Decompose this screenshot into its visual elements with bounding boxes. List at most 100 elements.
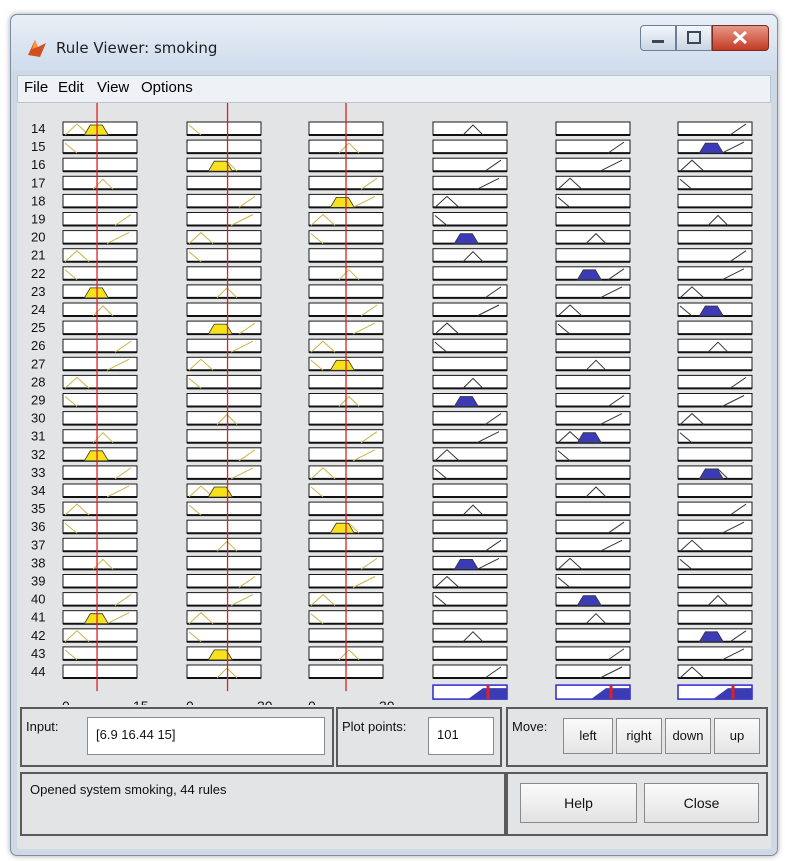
input-field[interactable]: [6.9 16.44 15] bbox=[87, 717, 325, 755]
move-label: Move: bbox=[512, 719, 548, 734]
rule-cell bbox=[677, 519, 753, 534]
rule-cell bbox=[62, 574, 138, 588]
menu-edit[interactable]: Edit bbox=[58, 79, 84, 96]
minimize-button[interactable] bbox=[640, 25, 676, 51]
rule-number-label: 36 bbox=[31, 519, 45, 534]
rule-cell bbox=[677, 230, 753, 245]
rule-plots[interactable]: 14 15 16 17 18 19 20 21 22 23 24 25 26 27 28 29 30 31 32 33… bbox=[17, 103, 771, 705]
rule-cell bbox=[677, 374, 753, 389]
rule-cell bbox=[677, 356, 753, 371]
rule-cell bbox=[62, 592, 138, 607]
minimize-icon bbox=[652, 40, 664, 43]
menu-view[interactable]: View bbox=[97, 79, 129, 96]
input-range-max-label: 30 bbox=[379, 698, 395, 705]
plot-points-label: Plot points: bbox=[342, 719, 407, 734]
close-icon bbox=[732, 30, 748, 45]
rule-number-label: 14 bbox=[31, 121, 45, 136]
rule-cell bbox=[62, 212, 138, 226]
rule-cell bbox=[555, 519, 631, 534]
rule-cell bbox=[677, 193, 753, 208]
rule-cell bbox=[555, 338, 631, 353]
rule-cell bbox=[432, 646, 508, 661]
move-panel: Move: left right down up bbox=[506, 707, 768, 767]
input-range-max-label: 30 bbox=[257, 698, 273, 705]
rule-number-label: 37 bbox=[31, 537, 45, 552]
rule-cell bbox=[432, 574, 508, 588]
title-bar[interactable]: Rule Viewer: smoking bbox=[11, 15, 777, 71]
move-up-button[interactable]: up bbox=[714, 718, 760, 754]
rule-cell bbox=[677, 664, 753, 679]
rule-cell bbox=[555, 248, 631, 263]
rule-cell bbox=[555, 157, 631, 172]
close-window-button[interactable] bbox=[712, 25, 769, 51]
move-left-button[interactable]: left bbox=[563, 718, 613, 754]
rule-cell bbox=[186, 519, 262, 534]
window-title: Rule Viewer: smoking bbox=[56, 39, 218, 57]
rule-cell bbox=[186, 230, 262, 245]
rule-cell bbox=[677, 121, 753, 136]
rule-cell bbox=[677, 157, 753, 172]
rule-cell bbox=[186, 356, 262, 371]
maximize-button[interactable] bbox=[676, 25, 712, 51]
rule-cell bbox=[62, 248, 138, 263]
rule-cell bbox=[432, 175, 508, 190]
rule-cell bbox=[555, 646, 631, 661]
close-button[interactable]: Close bbox=[644, 783, 759, 823]
rule-cell bbox=[555, 537, 631, 552]
rule-cell bbox=[677, 574, 753, 588]
rule-cell bbox=[432, 157, 508, 172]
rule-number-label: 33 bbox=[31, 465, 45, 480]
rule-cell bbox=[555, 465, 631, 480]
rule-cell bbox=[62, 501, 138, 516]
rule-number-label: 34 bbox=[31, 483, 45, 498]
rule-cell bbox=[62, 664, 138, 679]
rule-cell bbox=[555, 139, 631, 154]
move-right-button[interactable]: right bbox=[616, 718, 662, 754]
rule-number-label: 15 bbox=[31, 139, 45, 154]
rule-number-label: 38 bbox=[31, 555, 45, 570]
rule-number-label: 31 bbox=[31, 429, 45, 444]
rule-number-label: 23 bbox=[31, 284, 45, 299]
rule-cell bbox=[432, 139, 508, 154]
rule-cell bbox=[677, 411, 753, 426]
menu-options[interactable]: Options bbox=[141, 79, 193, 96]
rule-cell bbox=[555, 555, 631, 570]
rule-cell bbox=[677, 483, 753, 498]
rule-number-label: 35 bbox=[31, 501, 45, 516]
rule-number-label: 40 bbox=[31, 592, 45, 607]
move-down-button[interactable]: down bbox=[665, 718, 711, 754]
status-text: Opened system smoking, 44 rules bbox=[30, 782, 227, 797]
input-label: Input: bbox=[26, 719, 59, 734]
status-panel: Opened system smoking, 44 rules bbox=[20, 772, 506, 836]
rule-number-label: 43 bbox=[31, 646, 45, 661]
help-button[interactable]: Help bbox=[520, 783, 637, 823]
plot-points-field[interactable]: 101 bbox=[428, 717, 494, 755]
rule-number-label: 28 bbox=[31, 374, 45, 389]
rule-number-label: 44 bbox=[31, 664, 45, 679]
rule-cell bbox=[555, 284, 631, 299]
rule-cell bbox=[432, 537, 508, 552]
rule-cell bbox=[186, 393, 262, 407]
rule-number-label: 26 bbox=[31, 338, 45, 353]
rule-cell bbox=[677, 501, 753, 516]
rule-cell bbox=[62, 411, 138, 426]
rule-number-label: 39 bbox=[31, 574, 45, 589]
menu-bar: File Edit View Options bbox=[17, 75, 771, 103]
rule-number-label: 16 bbox=[31, 157, 45, 172]
rule-cell bbox=[186, 429, 262, 444]
input-range-max-label: 15 bbox=[133, 698, 149, 705]
rule-cell bbox=[62, 483, 138, 498]
rule-cell bbox=[432, 610, 508, 625]
rule-cell bbox=[186, 592, 262, 607]
rule-cell bbox=[186, 175, 262, 190]
rule-cell bbox=[186, 338, 262, 353]
rule-number-label: 42 bbox=[31, 628, 45, 643]
rule-cell bbox=[186, 139, 262, 154]
input-panel: Input: [6.9 16.44 15] bbox=[20, 707, 334, 767]
rule-number-label: 30 bbox=[31, 411, 45, 426]
rule-cell bbox=[62, 320, 138, 335]
menu-file[interactable]: File bbox=[24, 79, 48, 96]
rule-cell bbox=[62, 193, 138, 208]
rule-cell bbox=[677, 537, 753, 552]
rule-cell bbox=[432, 483, 508, 498]
